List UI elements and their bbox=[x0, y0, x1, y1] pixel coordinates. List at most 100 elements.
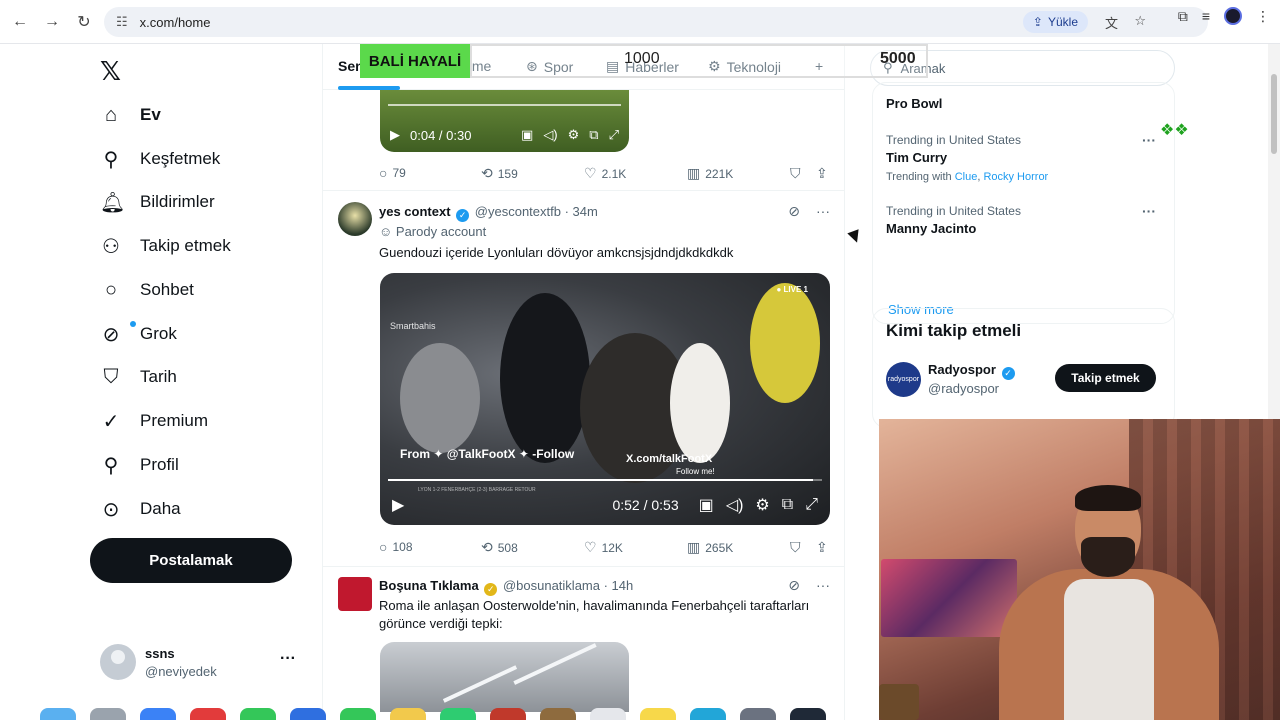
tweet-time[interactable]: · 34m bbox=[565, 204, 598, 219]
dock-app-icon[interactable] bbox=[640, 708, 676, 720]
author-handle[interactable]: @yescontextfb bbox=[475, 204, 561, 219]
dock-app-icon[interactable] bbox=[240, 708, 276, 720]
views-button[interactable]: ▥ 265K bbox=[687, 539, 733, 556]
account-switcher[interactable]: ssns @neviyedek ··· bbox=[100, 644, 310, 684]
dock-app-icon[interactable] bbox=[690, 708, 726, 720]
nav-more[interactable]: ⊙ Daha bbox=[100, 494, 181, 524]
nav-following[interactable]: ⚇ Takip etmek bbox=[100, 231, 231, 261]
play-icon[interactable]: ▶ bbox=[390, 127, 400, 143]
volume-icon[interactable]: ◁) bbox=[726, 495, 744, 515]
pip-icon[interactable]: ⧉ bbox=[589, 127, 598, 143]
share-button[interactable]: ⇪ bbox=[816, 165, 828, 182]
settings-icon[interactable]: ⚙ bbox=[755, 495, 769, 515]
reply-button[interactable]: ○ 79 bbox=[379, 165, 406, 181]
grok-icon[interactable]: ⊘ bbox=[788, 577, 800, 594]
repost-button[interactable]: ⟲ 508 bbox=[481, 539, 518, 556]
volume-icon[interactable]: ◁) bbox=[543, 127, 557, 143]
more-dots-icon[interactable]: ··· bbox=[1142, 132, 1156, 148]
author-handle[interactable]: @bosunatiklama bbox=[503, 578, 600, 593]
views-button[interactable]: ▥ 221K bbox=[687, 165, 733, 182]
address-bar[interactable]: ☷ x.com/home ⇪ Yükle 文 ☆ bbox=[104, 7, 1208, 37]
money-sticker-icon: ❖❖ bbox=[1160, 122, 1189, 139]
like-button[interactable]: ♡ 2.1K bbox=[584, 165, 626, 182]
dock-app-icon[interactable] bbox=[440, 708, 476, 720]
video-progress[interactable] bbox=[388, 104, 621, 106]
watermark: Smartbahis bbox=[390, 321, 436, 331]
dock-app-icon[interactable] bbox=[790, 708, 826, 720]
more-dots-icon[interactable]: ··· bbox=[1142, 203, 1156, 219]
more-dots-icon[interactable]: ··· bbox=[816, 203, 830, 220]
avatar[interactable]: radyospor bbox=[886, 362, 921, 397]
suggestion-handle[interactable]: @radyospor bbox=[928, 381, 999, 396]
author-name[interactable]: yes context bbox=[379, 204, 451, 219]
nav-notifications[interactable]: 🔔︎ Bildirimler bbox=[100, 187, 215, 217]
x-logo-icon[interactable]: 𝕏 bbox=[100, 56, 121, 87]
settings-icon[interactable]: ⚙ bbox=[568, 127, 580, 143]
trend-name[interactable]: Pro Bowl bbox=[886, 96, 942, 111]
play-icon[interactable]: ▶ bbox=[392, 495, 404, 515]
chart-icon: ▥ bbox=[687, 539, 701, 555]
reply-button[interactable]: ○ 108 bbox=[379, 539, 413, 555]
translate-icon[interactable]: 文 bbox=[1105, 13, 1118, 32]
dock-app-icon[interactable] bbox=[590, 708, 626, 720]
dock-app-icon[interactable] bbox=[290, 708, 326, 720]
dock-app-icon[interactable] bbox=[140, 708, 176, 720]
tweet-time[interactable]: · 14h bbox=[604, 578, 634, 593]
grok-icon[interactable]: ⊘ bbox=[788, 203, 800, 220]
dock-app-icon[interactable] bbox=[490, 708, 526, 720]
avatar[interactable] bbox=[338, 577, 372, 611]
scrollbar-thumb[interactable] bbox=[1271, 74, 1277, 154]
repost-button[interactable]: ⟲ 159 bbox=[481, 165, 518, 182]
nav-chat[interactable]: ○ Sohbet bbox=[100, 275, 194, 305]
more-dots-icon[interactable]: ··· bbox=[280, 650, 296, 668]
trend-name[interactable]: Manny Jacinto bbox=[886, 221, 976, 236]
pip-icon[interactable]: ⧉ bbox=[782, 496, 793, 514]
captions-icon[interactable]: ▣ bbox=[699, 495, 714, 515]
site-settings-icon[interactable]: ☷ bbox=[116, 14, 128, 30]
tab-list-icon[interactable]: ≡ bbox=[1202, 8, 1210, 24]
bookmark-button[interactable]: ⛉ bbox=[790, 165, 801, 182]
back-icon[interactable]: ← bbox=[4, 6, 36, 38]
dock-app-icon[interactable] bbox=[340, 708, 376, 720]
tweet-video[interactable]: ▶ 0:04 / 0:30 ▣ ◁) ⚙ ⧉ ⤢ bbox=[380, 90, 629, 152]
like-button[interactable]: ♡ 12K bbox=[584, 539, 623, 556]
reload-icon[interactable]: ↻ bbox=[68, 6, 100, 38]
nav-bookmarks[interactable]: ⛉ Tarih bbox=[100, 362, 177, 392]
trend-link[interactable]: Rocky Horror bbox=[983, 171, 1048, 183]
suggestion-name[interactable]: Radyospor ✓ bbox=[928, 362, 1017, 380]
media-shape bbox=[513, 643, 597, 685]
author-name[interactable]: Boşuna Tıklama bbox=[379, 578, 479, 593]
follow-button[interactable]: Takip etmek bbox=[1055, 364, 1156, 392]
browser-menu-icon[interactable]: ⋮ bbox=[1256, 8, 1270, 25]
dock-app-icon[interactable] bbox=[40, 708, 76, 720]
trend-link[interactable]: Clue bbox=[955, 171, 978, 183]
fullscreen-icon[interactable]: ⤢ bbox=[805, 496, 818, 514]
post-button[interactable]: Postalamak bbox=[90, 538, 292, 583]
dock-app-icon[interactable] bbox=[190, 708, 226, 720]
avatar[interactable] bbox=[338, 202, 372, 236]
nav-grok[interactable]: ⊘ Grok bbox=[100, 319, 177, 349]
captions-icon[interactable]: ▣ bbox=[521, 127, 533, 143]
tweet-media[interactable] bbox=[380, 642, 629, 712]
forward-icon[interactable]: → bbox=[36, 6, 68, 38]
extensions-icon[interactable]: ⧉ bbox=[1178, 8, 1188, 25]
dock-app-icon[interactable] bbox=[540, 708, 576, 720]
tweet-video[interactable]: ● LIVE 1 Smartbahis From ✦ @TalkFootX ✦ … bbox=[380, 273, 830, 525]
bookmark-star-icon[interactable]: ☆ bbox=[1134, 13, 1146, 29]
tweet-tools: ⊘ ··· bbox=[788, 203, 830, 220]
nav-premium[interactable]: ✓ Premium bbox=[100, 406, 208, 436]
fullscreen-icon[interactable]: ⤢ bbox=[609, 127, 619, 143]
video-progress[interactable] bbox=[388, 479, 822, 481]
upload-button[interactable]: ⇪ Yükle bbox=[1022, 11, 1088, 33]
bookmark-button[interactable]: ⛉ bbox=[790, 539, 801, 556]
share-button[interactable]: ⇪ bbox=[816, 539, 828, 556]
profile-avatar[interactable] bbox=[1224, 7, 1242, 25]
nav-explore[interactable]: ⚲ Keşfetmek bbox=[100, 144, 221, 174]
dock-app-icon[interactable] bbox=[740, 708, 776, 720]
more-dots-icon[interactable]: ··· bbox=[816, 577, 830, 594]
dock-app-icon[interactable] bbox=[90, 708, 126, 720]
trend-name[interactable]: Tim Curry bbox=[886, 150, 947, 165]
nav-home[interactable]: ⌂ Ev bbox=[100, 100, 161, 130]
dock-app-icon[interactable] bbox=[390, 708, 426, 720]
nav-profile[interactable]: ⚲ Profil bbox=[100, 450, 179, 480]
